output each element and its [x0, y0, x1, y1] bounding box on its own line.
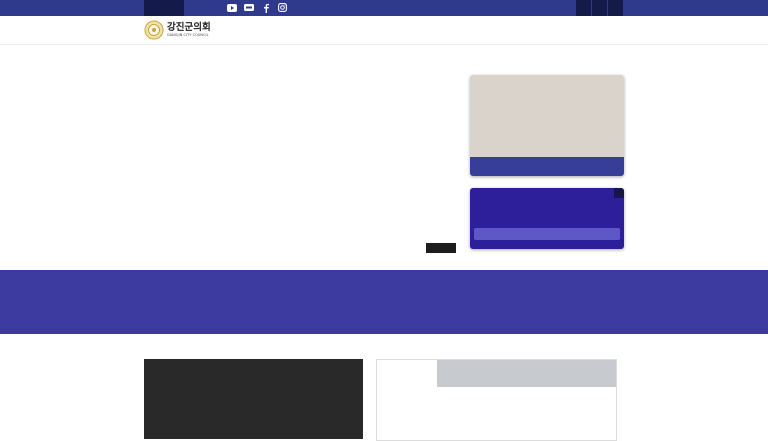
featured-card[interactable] — [470, 75, 624, 176]
featured-card-image — [470, 75, 624, 157]
slider-control-button[interactable] — [426, 243, 456, 253]
search-card — [470, 188, 624, 249]
site-subtitle: GANGJIN CITY COUNCIL — [167, 32, 209, 37]
notice-panel — [376, 359, 617, 441]
featured-card-footer — [470, 157, 624, 176]
site-header: 강진군의회 GANGJIN CITY COUNCIL — [0, 16, 768, 45]
site-logo[interactable]: 강진군의회 GANGJIN CITY COUNCIL — [144, 20, 211, 40]
top-bar-button-1[interactable] — [576, 0, 592, 16]
top-bar-home-link[interactable] — [144, 0, 184, 16]
video-panel[interactable] — [144, 359, 363, 439]
quick-menu-band — [0, 270, 768, 334]
youtube-icon[interactable] — [226, 2, 237, 13]
top-utility-bar — [0, 0, 768, 16]
top-bar-menu-buttons — [576, 0, 624, 16]
notice-panel-header — [437, 360, 616, 387]
facebook-icon[interactable] — [260, 2, 271, 13]
instagram-icon[interactable] — [277, 2, 288, 13]
social-links — [226, 2, 288, 13]
search-card-input[interactable] — [474, 228, 620, 240]
council-emblem-icon — [144, 20, 164, 40]
site-title: 강진군의회 — [167, 21, 211, 33]
search-card-corner-button[interactable] — [614, 188, 624, 198]
blog-icon[interactable] — [243, 2, 254, 13]
top-bar-button-3[interactable] — [608, 0, 624, 16]
top-bar-button-2[interactable] — [592, 0, 608, 16]
